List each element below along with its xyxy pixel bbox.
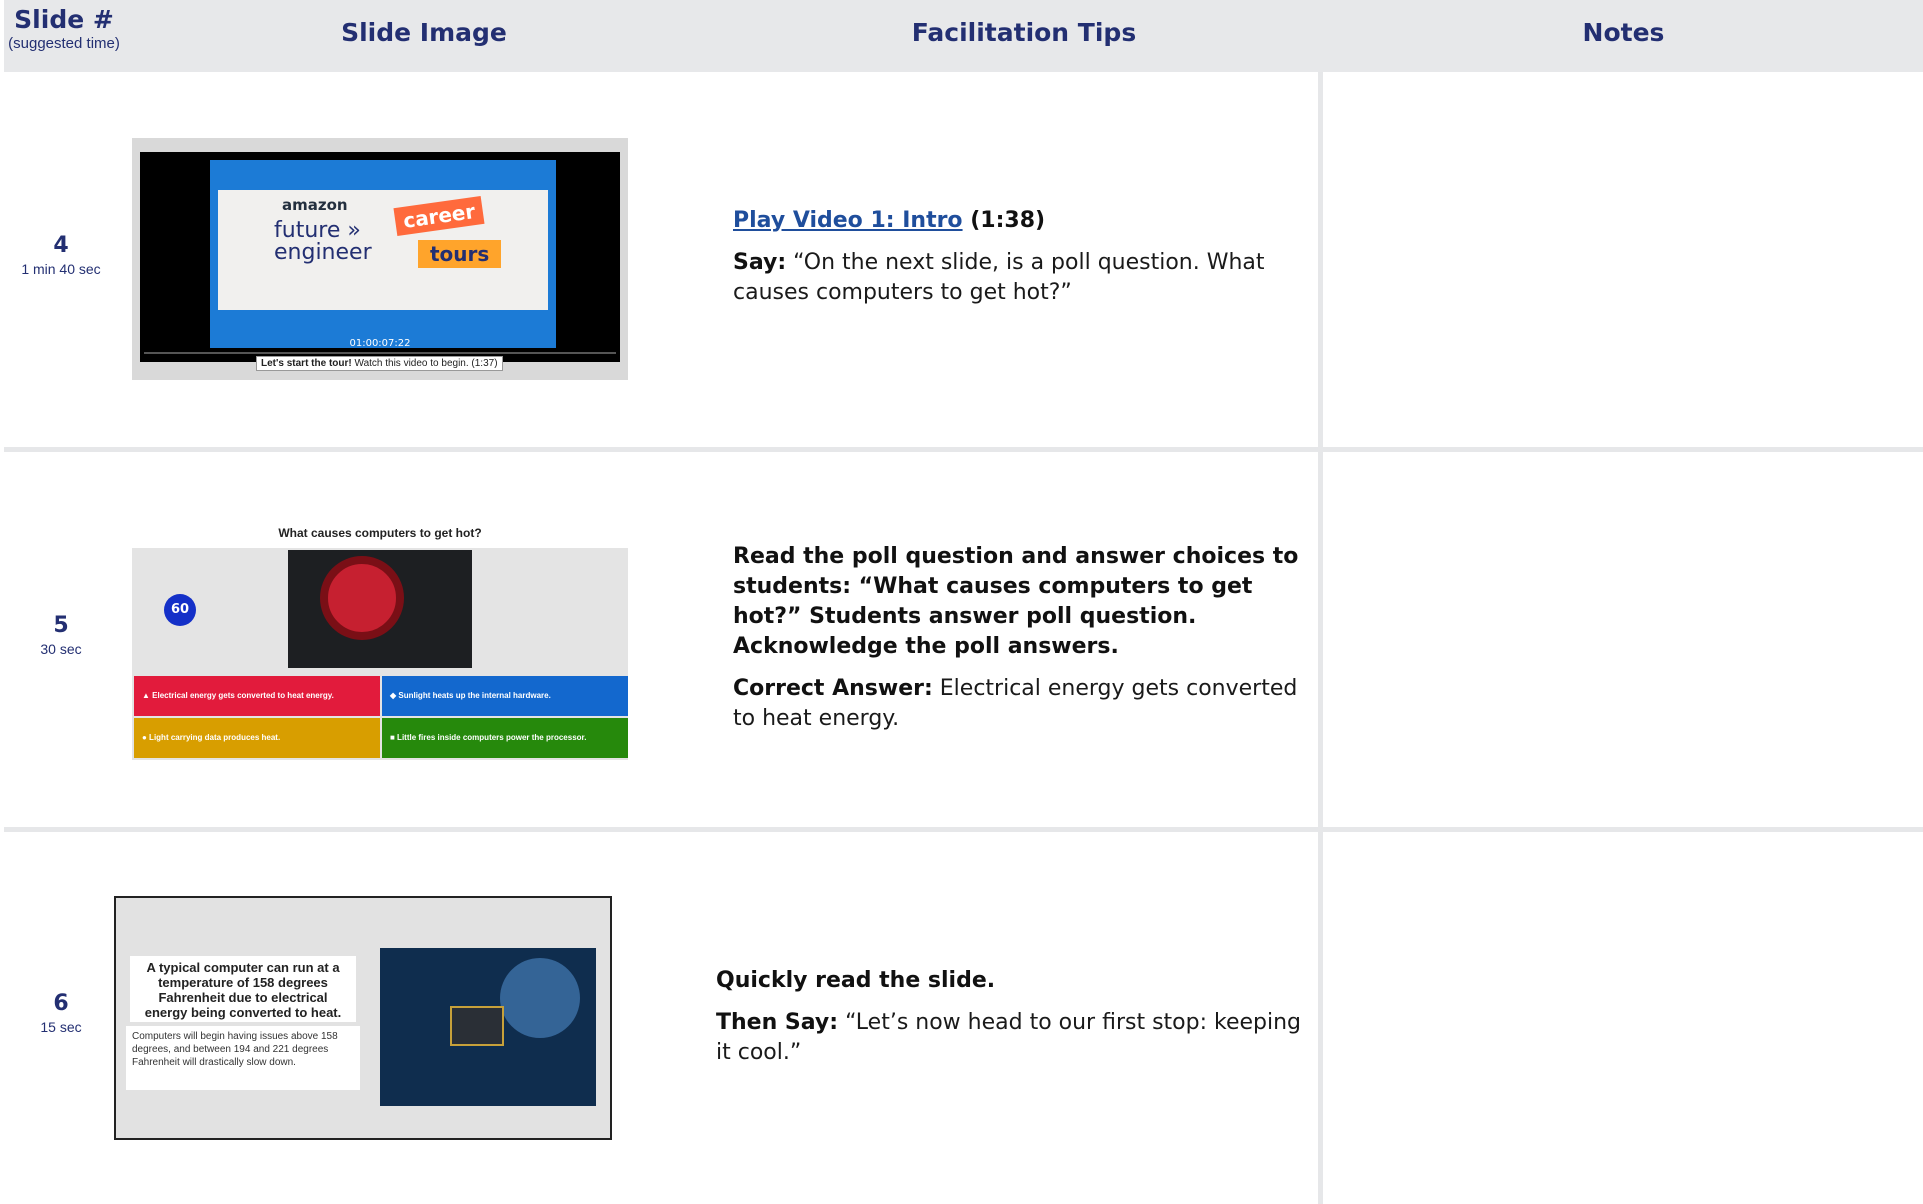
instruction-text: Quickly read the slide.	[716, 968, 996, 993]
slide-time: 30 sec	[40, 641, 82, 657]
header-slide-label: Slide #	[14, 5, 114, 34]
slide-number-cell: 6 15 sec	[4, 990, 118, 1036]
fact-card-title: A typical computer can run at a temperat…	[130, 956, 356, 1022]
fact-card-body: Computers will begin having issues above…	[126, 1026, 360, 1090]
header-slide-image: Slide Image	[124, 0, 724, 72]
header-notes-label: Notes	[1582, 18, 1665, 47]
video-frame: amazon future » engineer career tours	[210, 160, 556, 348]
table-header: Slide # (suggested time) Slide Image Fac…	[4, 0, 1923, 72]
slide-time: 15 sec	[40, 1019, 82, 1035]
poll-question: What causes computers to get hot?	[132, 518, 628, 548]
instruction-text: Read the poll question and answer choice…	[733, 544, 1299, 659]
facilitation-tips-cell: Read the poll question and answer choice…	[733, 542, 1313, 746]
slide-thumbnail-fact: A typical computer can run at a temperat…	[114, 896, 612, 1140]
say-label: Then Say:	[716, 1010, 839, 1035]
header-image-label: Slide Image	[341, 18, 507, 47]
video-progress-bar[interactable]	[144, 352, 616, 354]
tips-say-line: Say: “On the next slide, is a poll quest…	[733, 248, 1313, 308]
video-player[interactable]: amazon future » engineer career tours 01…	[140, 152, 620, 362]
slide-number: 6	[53, 991, 69, 1016]
play-video-link[interactable]: Play Video 1: Intro	[733, 208, 963, 233]
poll-answer[interactable]: ■ Little fires inside computers power th…	[382, 718, 628, 758]
slide-number-cell: 4 1 min 40 sec	[4, 232, 118, 278]
video-timecode: 01:00:07:22	[349, 338, 411, 349]
amazon-logo: amazon	[282, 196, 348, 214]
chip-icon	[450, 1006, 504, 1046]
caption-bold: Let's start the tour!	[261, 358, 352, 369]
header-tips-label: Facilitation Tips	[911, 18, 1137, 47]
poll-answer[interactable]: ● Light carrying data produces heat.	[134, 718, 380, 758]
row-divider	[4, 447, 1923, 452]
caption-rest: Watch this video to begin. (1:37)	[351, 358, 498, 369]
poll-timer: 60	[164, 594, 196, 626]
notes-divider	[1318, 72, 1323, 1204]
poll-answer[interactable]: ▲ Electrical energy gets converted to he…	[134, 676, 380, 716]
facilitation-tips-cell: Quickly read the slide. Then Say: “Let’s…	[716, 966, 1316, 1080]
tips-instruction: Quickly read the slide.	[716, 966, 1316, 996]
slide-time: 1 min 40 sec	[21, 261, 101, 277]
video-caption: Let's start the tour! Watch this video t…	[256, 356, 503, 371]
facilitation-tips-cell: Play Video 1: Intro (1:38) Say: “On the …	[733, 206, 1313, 320]
tours-tag: tours	[418, 240, 502, 268]
cpu-fan-photo	[288, 550, 472, 668]
fan-icon	[320, 556, 404, 640]
say-label: Say:	[733, 250, 787, 275]
header-facilitation-tips: Facilitation Tips	[724, 0, 1324, 72]
slide-thumbnail-video: amazon future » engineer career tours 01…	[132, 138, 628, 380]
tips-say-line: Then Say: “Let’s now head to our first s…	[716, 1008, 1316, 1068]
fiber-glow	[500, 958, 580, 1038]
circuit-board-photo	[380, 948, 596, 1106]
logo-engineer: engineer	[274, 240, 372, 265]
answer-label: Correct Answer:	[733, 676, 933, 701]
slide-number-cell: 5 30 sec	[4, 612, 118, 658]
logo-future: future »	[274, 218, 361, 243]
slide-number: 5	[53, 613, 69, 638]
poll-answer[interactable]: ◆ Sunlight heats up the internal hardwar…	[382, 676, 628, 716]
tips-answer-line: Correct Answer: Electrical energy gets c…	[733, 674, 1313, 734]
video-duration: (1:38)	[962, 208, 1046, 233]
tips-instruction: Read the poll question and answer choice…	[733, 542, 1313, 662]
slide-number: 4	[53, 233, 69, 258]
header-slide-sub: (suggested time)	[8, 35, 120, 52]
header-notes: Notes	[1324, 0, 1923, 72]
say-text: “On the next slide, is a poll question. …	[733, 250, 1265, 305]
row-divider	[4, 827, 1923, 832]
header-slide-number: Slide # (suggested time)	[4, 0, 124, 72]
future-engineer-logo: future » engineer	[274, 220, 372, 264]
slide-thumbnail-poll: What causes computers to get hot? 60 ▲ E…	[132, 518, 628, 760]
tips-video-line: Play Video 1: Intro (1:38)	[733, 206, 1313, 236]
